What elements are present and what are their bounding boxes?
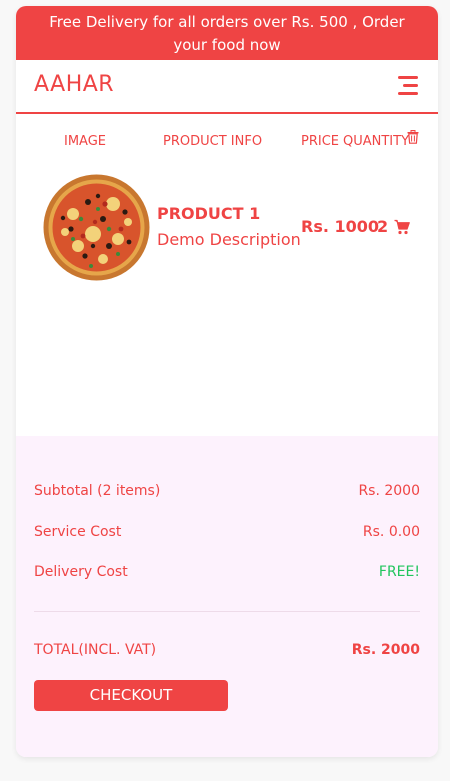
service-cost-row: Service Cost Rs. 0.00 [34,524,420,540]
total-value: Rs. 2000 [351,642,420,658]
delivery-cost-row: Delivery Cost FREE! [34,564,420,580]
subtotal-label: Subtotal (2 items) [34,483,161,499]
navbar: AAHAR [16,60,438,114]
summary-divider [34,611,420,612]
pizza-image [43,174,150,281]
order-summary: Subtotal (2 items) Rs. 2000 Service Cost… [16,436,438,757]
column-header-quantity: QUANTITY [343,134,410,149]
column-header-price: PRICE [301,134,339,149]
service-cost-label: Service Cost [34,524,122,540]
product-description: Demo Description [157,230,301,249]
cart-table-header: IMAGE PRODUCT INFO PRICE QUANTITY [16,114,438,166]
total-label: TOTAL(INCL. VAT) [34,642,157,658]
delivery-cost-label: Delivery Cost [34,564,128,580]
hamburger-menu-icon[interactable] [396,76,418,96]
brand-logo[interactable]: AAHAR [34,72,114,97]
column-header-product-info: PRODUCT INFO [163,134,263,149]
promo-banner: Free Delivery for all orders over Rs. 50… [16,6,438,60]
product-name[interactable]: PRODUCT 1 [157,204,260,223]
product-price: Rs. 1000 [301,217,380,236]
subtotal-row: Subtotal (2 items) Rs. 2000 [34,483,420,499]
cart-page: Free Delivery for all orders over Rs. 50… [16,6,438,757]
checkout-button[interactable]: CHECKOUT [34,680,228,711]
delivery-cost-value: FREE! [378,564,420,580]
trash-icon[interactable] [407,130,419,144]
total-row: TOTAL(INCL. VAT) Rs. 2000 [34,642,420,658]
service-cost-value: Rs. 0.00 [362,524,420,540]
subtotal-value: Rs. 2000 [358,483,420,499]
cart-item-row: PRODUCT 1 Demo Description Rs. 1000 2 [16,166,438,316]
cart-icon[interactable] [394,219,410,235]
column-header-image: IMAGE [64,134,107,149]
product-quantity: 2 [377,217,389,236]
